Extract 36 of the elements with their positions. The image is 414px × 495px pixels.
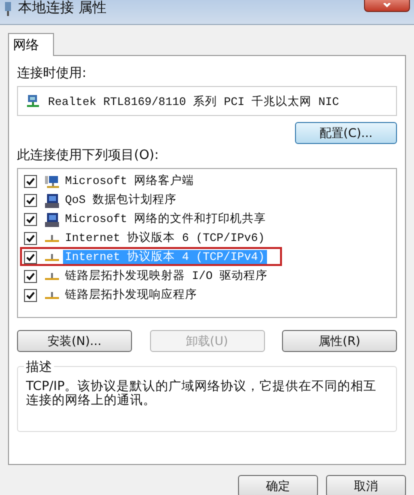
- list-item[interactable]: 链路层拓扑发现映射器 I/O 驱动程序: [24, 267, 390, 286]
- checkbox[interactable]: [24, 289, 37, 302]
- checkbox[interactable]: [24, 194, 37, 207]
- list-item[interactable]: Microsoft 网络的文件和打印机共享: [24, 210, 390, 229]
- checkbox[interactable]: [24, 175, 37, 188]
- dialog-button[interactable]: 确定: [238, 475, 318, 495]
- checkbox[interactable]: [24, 232, 37, 245]
- connect-using-label: 连接时使用:: [17, 66, 86, 82]
- action-button[interactable]: 安装(N)...: [17, 330, 132, 352]
- description-title: 描述: [24, 358, 54, 376]
- protocol-icon: [44, 272, 60, 282]
- list-item[interactable]: Microsoft 网络客户端: [24, 172, 390, 191]
- network-adapter-icon: [26, 94, 40, 108]
- action-button[interactable]: 属性(R): [282, 330, 397, 352]
- list-item[interactable]: 链路层拓扑发现响应程序: [24, 286, 390, 305]
- description-text: TCP/IP。该协议是默认的广域网络协议，它提供在不同的相互连接的网络上的通讯。: [26, 379, 378, 407]
- computer-icon: [44, 192, 60, 208]
- configure-button[interactable]: 配置(C)...: [295, 122, 397, 144]
- network-icon: [4, 2, 12, 16]
- computer-icon: [44, 212, 60, 228]
- window-title: 本地连接 属性: [18, 0, 106, 16]
- items-label: 此连接使用下列项目(O):: [17, 148, 159, 164]
- close-icon: [382, 2, 392, 8]
- protocol-icon: [44, 234, 60, 244]
- checkbox[interactable]: [24, 270, 37, 283]
- checkbox[interactable]: [24, 213, 37, 226]
- protocol-icon: [44, 252, 60, 262]
- protocol-icon: [44, 290, 60, 300]
- checkbox[interactable]: [24, 251, 37, 264]
- list-item[interactable]: QoS 数据包计划程序: [24, 191, 390, 210]
- network-client-icon: [44, 174, 60, 188]
- tab[interactable]: 网络: [8, 33, 54, 56]
- close-button[interactable]: [364, 0, 410, 12]
- dialog-button[interactable]: 取消: [326, 475, 406, 495]
- adapter-name: Realtek RTL8169/8110 系列 PCI 千兆以太网 NIC: [48, 94, 340, 108]
- list-item[interactable]: Internet 协议版本 6 (TCP/IPv6): [24, 229, 390, 248]
